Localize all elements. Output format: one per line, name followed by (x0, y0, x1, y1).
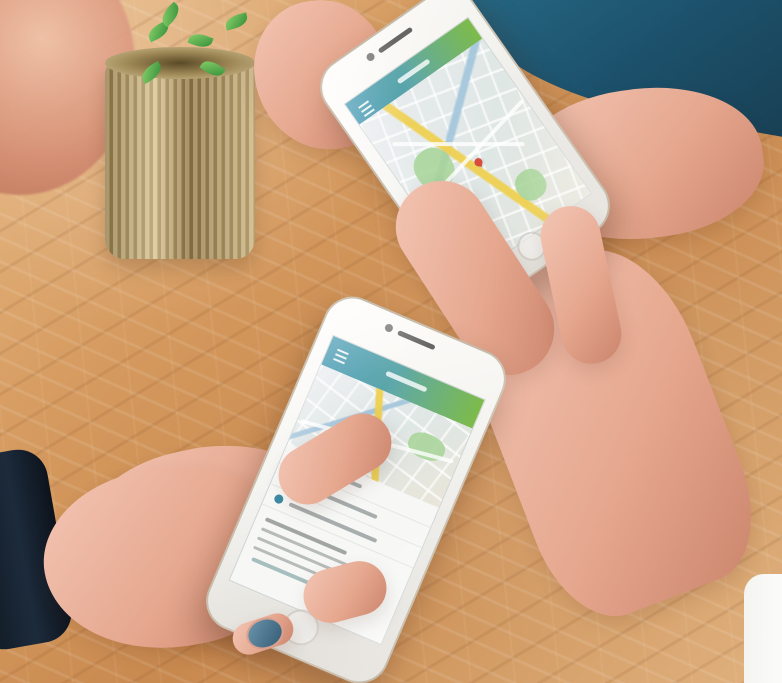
website-icon (272, 493, 285, 505)
photo-scene (0, 0, 782, 683)
white-sleeve (744, 574, 782, 683)
phone-earpiece (377, 26, 414, 54)
plant-leaves (137, 0, 263, 105)
plant-leaf (223, 12, 250, 31)
map-pin-icon[interactable] (473, 157, 484, 167)
camera-dot (383, 322, 395, 334)
plant-leaf (199, 56, 226, 81)
plant-leaf (138, 60, 165, 85)
map-road (392, 142, 525, 147)
menu-icon[interactable] (333, 348, 349, 365)
camera-dot (365, 51, 377, 63)
phone-earpiece (396, 330, 436, 351)
header-title-placeholder (385, 370, 428, 393)
plant-leaf (187, 30, 214, 51)
map-park-area (509, 163, 552, 206)
